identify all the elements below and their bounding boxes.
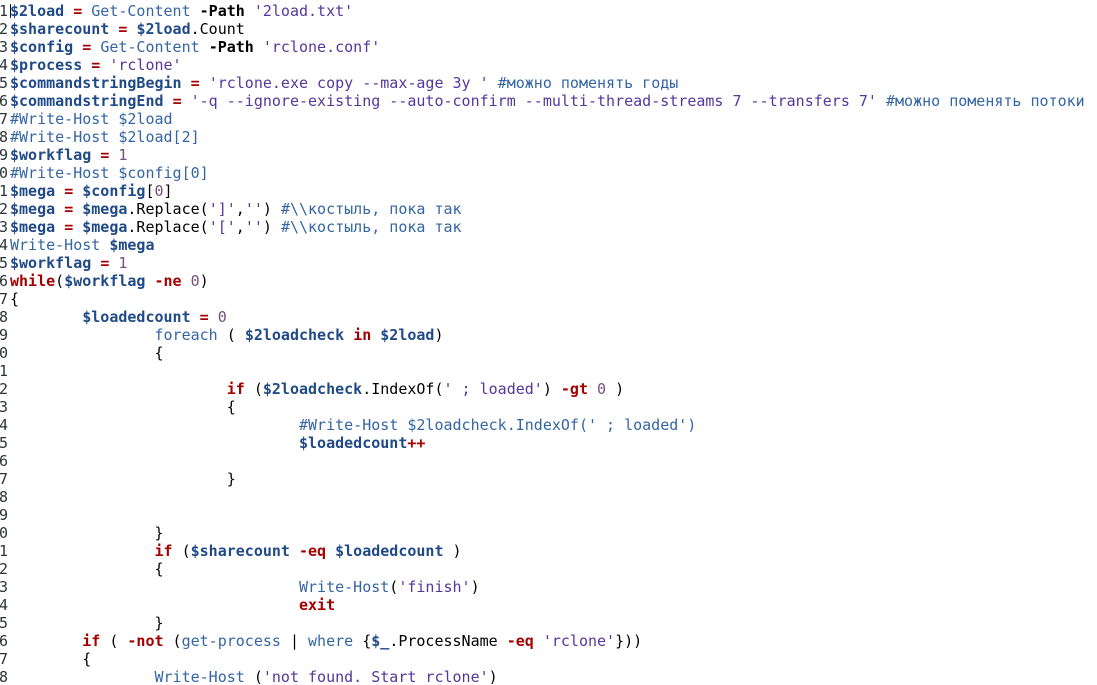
code-area[interactable]: $2load = Get-Content -Path '2load.txt' $s… — [8, 2, 1097, 685]
code-line[interactable]: } — [10, 470, 1097, 488]
line-number: 8 — [0, 128, 8, 146]
line-number: 28 — [0, 488, 8, 506]
code-line[interactable]: #Write-Host $2load[2] — [10, 128, 1097, 146]
line-number: 23 — [0, 398, 8, 416]
code-line[interactable]: $mega = $config[0] — [10, 182, 1097, 200]
line-number: 17 — [0, 290, 8, 308]
line-number: 4 — [0, 56, 8, 74]
line-number: 22 — [0, 380, 8, 398]
line-number-gutter: 1234567891011121314151617181920212223242… — [0, 2, 8, 685]
line-number: 14 — [0, 236, 8, 254]
code-line[interactable]: $commandstringEnd = '-q --ignore-existin… — [10, 92, 1097, 110]
code-line[interactable]: $2load = Get-Content -Path '2load.txt' — [10, 2, 1097, 20]
code-line[interactable] — [10, 452, 1097, 470]
code-line[interactable]: exit — [10, 596, 1097, 614]
code-line[interactable]: $workflag = 1 — [10, 254, 1097, 272]
code-line[interactable]: if ( -not (get-process | where {$_.Proce… — [10, 632, 1097, 650]
line-number: 25 — [0, 434, 8, 452]
line-number: 12 — [0, 200, 8, 218]
line-number: 35 — [0, 614, 8, 632]
code-line[interactable]: $commandstringBegin = 'rclone.exe copy -… — [10, 74, 1097, 92]
code-line[interactable]: #Write-Host $2loadcheck.IndexOf(' ; load… — [10, 416, 1097, 434]
code-line[interactable]: #Write-Host $config[0] — [10, 164, 1097, 182]
code-line[interactable]: if ($2loadcheck.IndexOf(' ; loaded') -gt… — [10, 380, 1097, 398]
line-number: 5 — [0, 74, 8, 92]
line-number: 7 — [0, 110, 8, 128]
code-line[interactable]: foreach ( $2loadcheck in $2load) — [10, 326, 1097, 344]
line-number: 19 — [0, 326, 8, 344]
code-line[interactable]: $sharecount = $2load.Count — [10, 20, 1097, 38]
line-number: 6 — [0, 92, 8, 110]
line-number: 11 — [0, 182, 8, 200]
line-number: 9 — [0, 146, 8, 164]
code-line[interactable]: $loadedcount = 0 — [10, 308, 1097, 326]
line-number: 13 — [0, 218, 8, 236]
code-line[interactable]: { — [10, 344, 1097, 362]
line-number: 21 — [0, 362, 8, 380]
line-number: 10 — [0, 164, 8, 182]
line-number: 36 — [0, 632, 8, 650]
code-line[interactable] — [10, 362, 1097, 380]
line-number: 15 — [0, 254, 8, 272]
code-line[interactable]: #Write-Host $2load — [10, 110, 1097, 128]
line-number: 16 — [0, 272, 8, 290]
code-line[interactable]: if ($sharecount -eq $loadedcount ) — [10, 542, 1097, 560]
line-number: 26 — [0, 452, 8, 470]
line-number: 1 — [0, 2, 8, 20]
line-number: 34 — [0, 596, 8, 614]
code-line[interactable] — [10, 488, 1097, 506]
line-number: 3 — [0, 38, 8, 56]
line-number: 37 — [0, 650, 8, 668]
line-number: 20 — [0, 344, 8, 362]
code-line[interactable]: { — [10, 560, 1097, 578]
code-line[interactable]: $workflag = 1 — [10, 146, 1097, 164]
line-number: 24 — [0, 416, 8, 434]
line-number: 27 — [0, 470, 8, 488]
code-line[interactable]: Write-Host $mega — [10, 236, 1097, 254]
code-line[interactable]: while($workflag -ne 0) — [10, 272, 1097, 290]
line-number: 29 — [0, 506, 8, 524]
code-line[interactable]: $loadedcount++ — [10, 434, 1097, 452]
code-line[interactable]: $process = 'rclone' — [10, 56, 1097, 74]
line-number: 18 — [0, 308, 8, 326]
line-number: 2 — [0, 20, 8, 38]
code-editor[interactable]: 1234567891011121314151617181920212223242… — [0, 0, 1097, 685]
code-line[interactable]: Write-Host ('not found. Start rclone') — [10, 668, 1097, 685]
line-number: 30 — [0, 524, 8, 542]
code-line[interactable]: $config = Get-Content -Path 'rclone.conf… — [10, 38, 1097, 56]
code-line[interactable]: { — [10, 650, 1097, 668]
code-line[interactable] — [10, 506, 1097, 524]
code-line[interactable]: { — [10, 398, 1097, 416]
line-number: 38 — [0, 668, 8, 685]
code-line[interactable]: { — [10, 290, 1097, 308]
code-line[interactable]: Write-Host('finish') — [10, 578, 1097, 596]
code-line[interactable]: } — [10, 614, 1097, 632]
line-number: 32 — [0, 560, 8, 578]
code-line[interactable]: $mega = $mega.Replace('[','') #\\костыль… — [10, 218, 1097, 236]
line-number: 33 — [0, 578, 8, 596]
code-line[interactable]: } — [10, 524, 1097, 542]
line-number: 31 — [0, 542, 8, 560]
code-line[interactable]: $mega = $mega.Replace(']','') #\\костыль… — [10, 200, 1097, 218]
